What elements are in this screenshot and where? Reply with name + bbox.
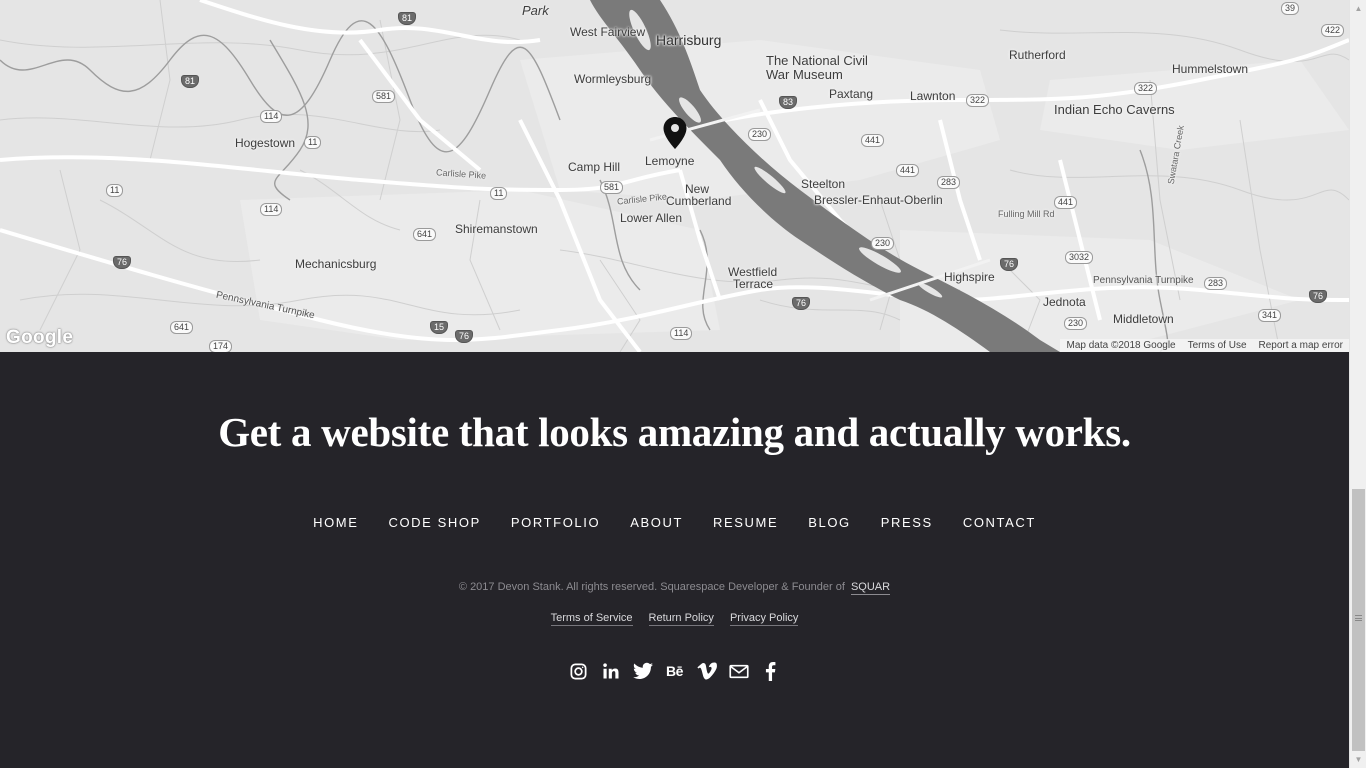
scroll-down-arrow-icon[interactable]: ▼	[1350, 751, 1366, 768]
map-place-label: Cumberland	[666, 194, 732, 208]
map-place-label: Shiremanstown	[455, 222, 538, 236]
route-shield: 114	[670, 327, 693, 340]
scrollbar-grip-icon	[1355, 615, 1362, 621]
route-shield: 322	[966, 94, 990, 107]
route-shield: 230	[748, 128, 772, 141]
route-shield: 441	[896, 164, 920, 177]
twitter-icon[interactable]	[632, 661, 653, 681]
route-shield: 581	[600, 181, 624, 194]
nav-contact-link[interactable]: CONTACT	[963, 515, 1036, 530]
linkedin-icon[interactable]	[601, 661, 621, 681]
nav-home-link[interactable]: HOME	[313, 515, 358, 530]
route-shield: 114	[260, 110, 283, 123]
location-pin-icon[interactable]	[662, 116, 688, 150]
page-scrollbar[interactable]: ▲ ▼	[1349, 0, 1366, 768]
map-place-label: Rutherford	[1009, 48, 1066, 62]
map-place-label: Lower Allen	[620, 211, 683, 225]
map-place-label: Harrisburg	[656, 32, 722, 48]
site-footer: Get a website that looks amazing and act…	[0, 352, 1349, 768]
map-place-label: Lemoyne	[645, 154, 695, 168]
map-report-error-link[interactable]: Report a map error	[1259, 340, 1343, 351]
map-place-label: Lawnton	[910, 89, 956, 103]
map-base	[0, 0, 1349, 352]
route-shield: 11	[106, 184, 124, 197]
map-place-label: West Fairview	[570, 25, 646, 39]
nav-press-link[interactable]: PRESS	[881, 515, 933, 530]
route-shield: 3032	[1065, 251, 1094, 264]
map-place-label: War Museum	[766, 67, 843, 82]
route-shield: 441	[1054, 196, 1078, 209]
route-shield: 581	[372, 90, 396, 103]
route-shield: 230	[871, 237, 895, 250]
map-place-label: Bressler-Enhaut-Oberlin	[814, 193, 943, 207]
google-map[interactable]: Harrisburg West Fairview Wormleysburg Pa…	[0, 0, 1349, 352]
copyright-label: © 2017 Devon Stank. All rights reserved.…	[458, 581, 845, 593]
route-shield: 641	[170, 321, 194, 334]
scroll-up-arrow-icon[interactable]: ▲	[1350, 0, 1366, 17]
nav-blog-link[interactable]: BLOG	[808, 515, 851, 530]
behance-icon[interactable]: Bē	[665, 661, 685, 681]
map-place-label: Hogestown	[235, 136, 296, 150]
map-data-attribution: Map data ©2018 Google	[1066, 340, 1176, 351]
map-place-label: Park	[522, 3, 549, 18]
map-terms-link[interactable]: Terms of Use	[1188, 340, 1247, 351]
map-place-label: Indian Echo Caverns	[1054, 102, 1175, 117]
route-shield: 11	[304, 136, 322, 149]
copyright-text: © 2017 Devon Stank. All rights reserved.…	[0, 581, 1349, 595]
map-place-label: Highspire	[944, 270, 995, 284]
instagram-icon[interactable]	[569, 661, 589, 681]
map-place-label: Jednota	[1043, 295, 1086, 309]
email-icon[interactable]	[728, 661, 749, 681]
route-shield: 641	[413, 228, 437, 241]
terms-of-service-link[interactable]: Terms of Service	[550, 612, 633, 626]
nav-resume-link[interactable]: RESUME	[713, 515, 778, 530]
google-logo[interactable]: Google	[6, 327, 73, 349]
map-road-label: Pennsylvania Turnpike	[1093, 275, 1194, 286]
map-place-label: Hummelstown	[1172, 62, 1249, 76]
map-place-label: Camp Hill	[568, 160, 621, 174]
route-shield: 322	[1134, 82, 1158, 95]
map-road-label: Fulling Mill Rd	[998, 209, 1055, 219]
map-place-label: Terrace	[733, 277, 774, 291]
nav-about-link[interactable]: ABOUT	[630, 515, 683, 530]
map-place-label: Middletown	[1113, 312, 1174, 326]
route-shield: 422	[1321, 24, 1345, 37]
route-shield: 39	[1281, 2, 1300, 15]
vimeo-icon[interactable]	[696, 661, 717, 681]
map-place-label: Steelton	[801, 177, 846, 191]
return-policy-link[interactable]: Return Policy	[648, 612, 714, 626]
route-shield: 230	[1064, 317, 1088, 330]
map-attribution-bar: Map data ©2018 Google Terms of Use Repor…	[1060, 339, 1349, 352]
squar-link[interactable]: SQUAR	[850, 581, 891, 595]
policy-links: Terms of Service Return Policy Privacy P…	[0, 612, 1349, 626]
footer-tagline: Get a website that looks amazing and act…	[218, 409, 1131, 455]
nav-code-shop-link[interactable]: CODE SHOP	[388, 515, 480, 530]
map-place-label: Mechanicsburg	[295, 257, 377, 271]
map-place-label: Paxtang	[829, 87, 874, 101]
route-shield: 174	[209, 340, 233, 352]
privacy-policy-link[interactable]: Privacy Policy	[729, 612, 799, 626]
route-shield: 114	[260, 203, 283, 216]
facebook-icon[interactable]	[761, 661, 781, 681]
route-shield: 441	[861, 134, 885, 147]
route-shield: 11	[490, 187, 508, 200]
behance-label: Bē	[666, 663, 683, 679]
route-shield: 283	[937, 176, 961, 189]
footer-nav: HOME CODE SHOP PORTFOLIO ABOUT RESUME BL…	[0, 515, 1349, 530]
route-shield: 283	[1204, 277, 1228, 290]
nav-portfolio-link[interactable]: PORTFOLIO	[511, 515, 600, 530]
route-shield: 341	[1258, 309, 1282, 322]
social-links: Bē	[0, 661, 1349, 681]
scrollbar-thumb[interactable]	[1352, 489, 1365, 751]
map-place-label: Wormleysburg	[574, 72, 652, 86]
